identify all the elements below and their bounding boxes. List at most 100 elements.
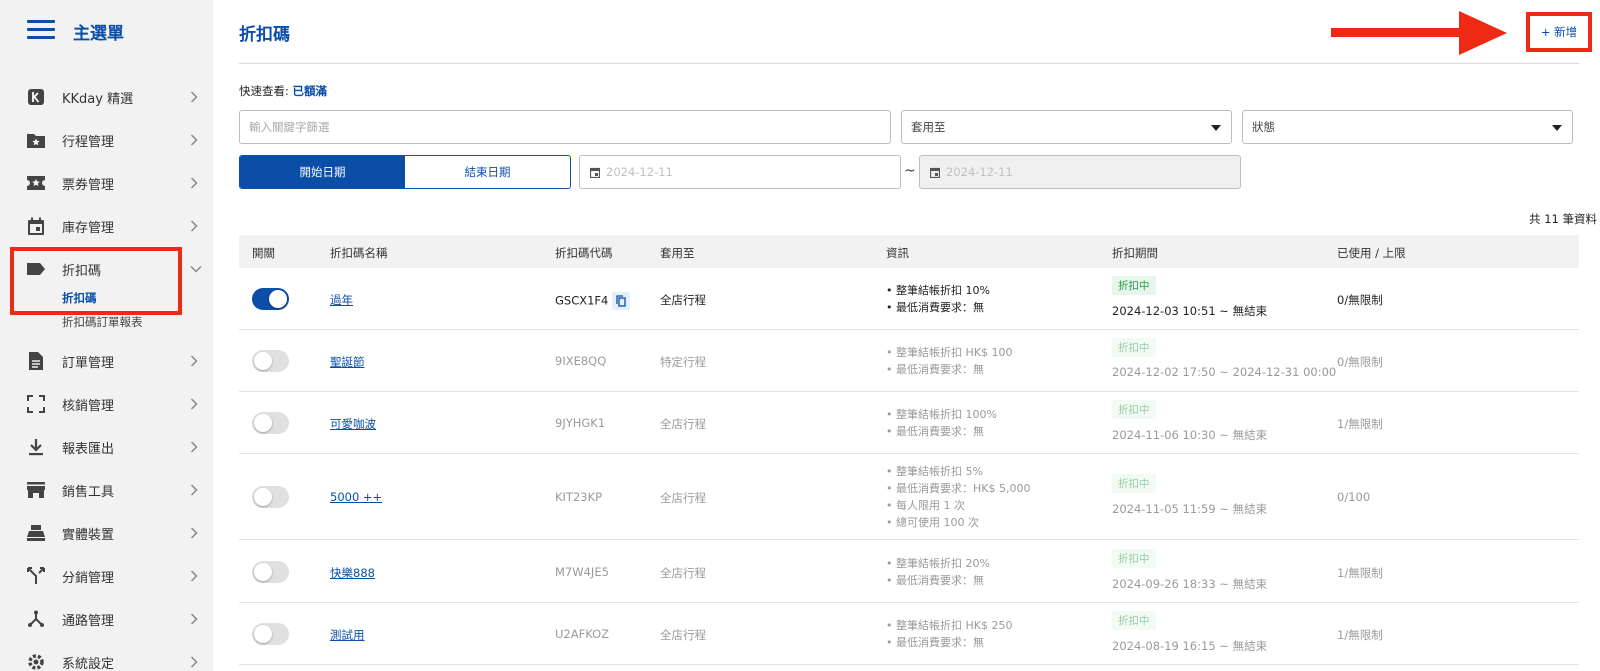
- sidebar-item-label: 票券管理: [62, 177, 115, 193]
- date-to-value: 2024-12-11: [946, 165, 1013, 179]
- discount-code-cell: U2AFKOZ: [555, 627, 609, 641]
- quick-view-full-link[interactable]: 已額滿: [293, 84, 328, 98]
- period-text: 2024-12-02 17:50 ~ 2024-12-31 00:00: [1112, 365, 1337, 379]
- copy-icon[interactable]: [612, 292, 631, 310]
- calendar-icon: [26, 216, 46, 236]
- date-from-input[interactable]: 2024-12-11: [579, 155, 901, 189]
- status-badge: 折扣中: [1112, 400, 1156, 419]
- sidebar-item-label: 通路管理: [62, 613, 115, 629]
- date-to-input[interactable]: 2024-12-11: [919, 155, 1241, 189]
- info-line: • 整筆結帳折扣 5%: [886, 465, 983, 478]
- sidebar-item-itinerary[interactable]: 行程管理: [0, 120, 213, 160]
- calendar-icon: [930, 167, 940, 178]
- date-type-toggle: 開始日期 結束日期: [239, 155, 571, 189]
- info-line: • 最低消費要求：無: [886, 425, 984, 438]
- sidebar-item-label: 行程管理: [62, 134, 115, 150]
- info-cell: • 整筆結帳折扣 HK$ 250 • 最低消費要求：無: [886, 617, 1012, 651]
- sidebar-item-orders[interactable]: 訂單管理: [0, 341, 213, 381]
- add-button[interactable]: + 新增: [1526, 12, 1592, 52]
- page-title: 折扣碼: [239, 25, 290, 45]
- sidebar-subitem-discount-order-report[interactable]: 折扣碼訂單報表: [62, 314, 143, 330]
- sidebar-item-redemption[interactable]: 核銷管理: [0, 384, 213, 424]
- hub-icon: [26, 609, 46, 629]
- period-cell: 折扣中 2024-12-02 17:50 ~ 2024-12-31 00:00: [1112, 338, 1336, 379]
- sidebar-title: 主選單: [73, 24, 124, 44]
- cash-register-icon: [26, 523, 46, 543]
- menu-icon[interactable]: [27, 20, 55, 40]
- sidebar-item-distribution[interactable]: 分銷管理: [0, 556, 213, 596]
- enable-toggle[interactable]: [252, 288, 289, 310]
- apply-to-cell: 全店行程: [660, 565, 706, 580]
- folder-star-icon: [26, 130, 46, 150]
- info-line: • 最低消費要求：無: [886, 573, 984, 587]
- info-line: • 最低消費要求：無: [886, 636, 984, 649]
- gear-icon: [26, 652, 46, 671]
- chevron-right-icon: [190, 220, 198, 232]
- period-text: 2024-12-03 10:51 ~ 無結束: [1112, 304, 1268, 318]
- info-line: • 整筆結帳折扣 10%: [886, 284, 990, 297]
- status-select[interactable]: 狀態: [1242, 110, 1573, 144]
- kkday-logo-icon: [26, 87, 46, 107]
- discount-name-link[interactable]: 可愛咖波: [330, 416, 376, 432]
- sidebar-item-inventory[interactable]: 庫存管理: [0, 206, 213, 246]
- apply-to-label: 套用至: [911, 120, 946, 134]
- period-cell: 折扣中 2024-11-06 10:30 ~ 無結束: [1112, 400, 1267, 443]
- total-count: 共 11 筆資料: [1529, 212, 1597, 226]
- discount-code: KIT23KP: [555, 490, 603, 504]
- usage-cell: 0/無限制: [1337, 293, 1383, 307]
- status-label: 狀態: [1252, 120, 1275, 134]
- enable-toggle[interactable]: [252, 623, 289, 645]
- enable-toggle[interactable]: [252, 560, 289, 583]
- chevron-right-icon: [190, 613, 198, 625]
- column-header: 折扣碼名稱: [330, 246, 388, 260]
- toggle-knob: [254, 625, 272, 643]
- scan-frame-icon: [26, 394, 46, 414]
- apply-to-cell: 全店行程: [660, 491, 706, 505]
- table-row: 過年 GSCX1F4 全店行程 • 整筆結帳折扣 10% • 最低消費要求：無 折扣中 20…: [239, 268, 1579, 330]
- enable-toggle[interactable]: [252, 412, 289, 434]
- discount-name-link[interactable]: 快樂888: [330, 565, 375, 581]
- sidebar-item-kkday-picks[interactable]: KKday 精選: [0, 77, 213, 117]
- column-header: 套用至: [660, 246, 695, 260]
- sidebar-item-report-export[interactable]: 報表匯出: [0, 427, 213, 467]
- sidebar-item-label: 報表匯出: [62, 441, 115, 457]
- sidebar-item-devices[interactable]: 實體裝置: [0, 513, 213, 553]
- sidebar-item-channels[interactable]: 通路管理: [0, 599, 213, 639]
- chevron-right-icon: [190, 656, 198, 668]
- period-text: 2024-11-05 11:59 ~ 無結束: [1112, 502, 1268, 516]
- status-badge: 折扣中: [1112, 611, 1156, 630]
- arrow-right-icon: [1331, 11, 1507, 55]
- info-cell: • 整筆結帳折扣 5% • 最低消費要求：HK$ 5,000 • 每人限用 1 次 •…: [886, 463, 1030, 531]
- column-header: 開關: [252, 246, 275, 260]
- discount-name-link[interactable]: 測試用: [330, 627, 365, 643]
- sidebar-item-label: 訂單管理: [62, 355, 115, 371]
- discount-name-link[interactable]: 聖誕節: [330, 354, 365, 370]
- sidebar-item-sales-tools[interactable]: 銷售工具: [0, 470, 213, 510]
- discount-code: M7W4JE5: [555, 564, 609, 579]
- status-badge: 折扣中: [1112, 276, 1156, 295]
- quick-view-label: 快速查看:: [239, 84, 289, 98]
- discount-name-link[interactable]: 5000 ++: [330, 490, 382, 504]
- chevron-right-icon: [190, 398, 198, 410]
- table-row: 快樂888 M7W4JE5 全店行程 • 整筆結帳折扣 20% • 最低消費要求：無 折扣…: [239, 540, 1579, 603]
- usage-cell: 1/無限制: [1337, 417, 1383, 431]
- tab-end-date[interactable]: 結束日期: [405, 156, 570, 188]
- toggle-knob: [254, 562, 272, 581]
- header-divider: [239, 63, 1579, 64]
- enable-toggle[interactable]: [252, 486, 289, 508]
- info-line: • 每人限用 1 次: [886, 499, 965, 512]
- discount-name-link[interactable]: 過年: [330, 292, 353, 308]
- highlight-box: [10, 247, 182, 315]
- apply-to-select[interactable]: 套用至: [901, 110, 1232, 144]
- info-cell: • 整筆結帳折扣 HK$ 100 • 最低消費要求：無: [886, 344, 1012, 378]
- tab-start-date[interactable]: 開始日期: [240, 156, 405, 188]
- apply-to-cell: 特定行程: [660, 355, 706, 369]
- info-line: • 最低消費要求：無: [886, 363, 984, 376]
- enable-toggle[interactable]: [252, 350, 289, 372]
- info-line: • 最低消費要求：HK$ 5,000: [886, 482, 1031, 495]
- period-text: 2024-11-06 10:30 ~ 無結束: [1112, 428, 1268, 442]
- keyword-search-input[interactable]: 輸入關鍵字篩選: [239, 110, 891, 144]
- sidebar-item-settings[interactable]: 系統設定: [0, 642, 213, 671]
- sidebar-item-tickets[interactable]: 票券管理: [0, 163, 213, 203]
- chevron-right-icon: [190, 134, 198, 146]
